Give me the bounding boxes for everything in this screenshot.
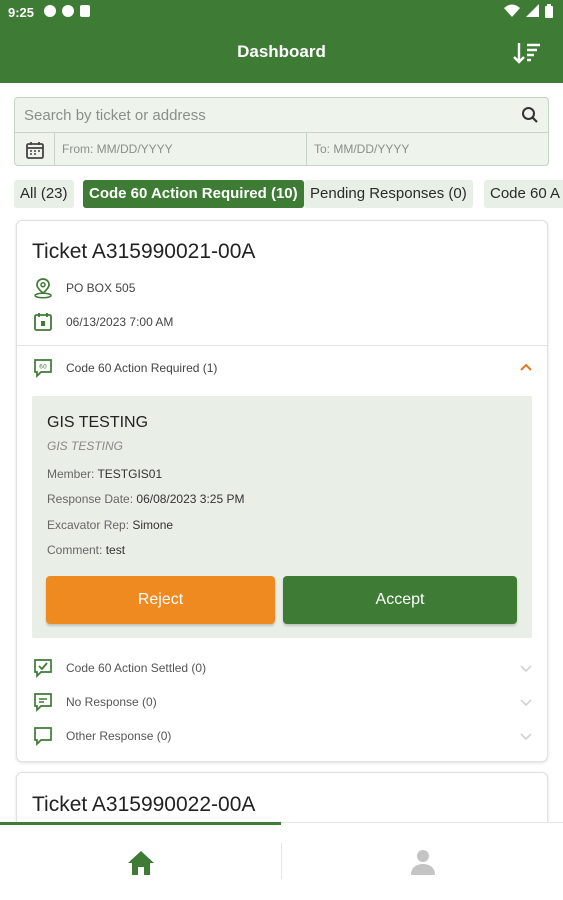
section-label: Other Response (0) (66, 729, 172, 743)
bottom-navigation (0, 822, 563, 900)
response-date-value: 06/08/2023 3:25 PM (136, 492, 245, 506)
search-row: Search by ticket or address (15, 98, 548, 133)
notification-icon (44, 5, 56, 17)
home-icon[interactable] (126, 849, 156, 877)
rep-value: Simone (132, 518, 174, 532)
code60-chat-icon: 60 (34, 359, 52, 379)
search-icon[interactable] (521, 106, 539, 124)
sort-icon[interactable] (513, 40, 541, 66)
section-label: No Response (0) (66, 695, 157, 709)
signal-icon (526, 4, 539, 17)
battery-icon (545, 4, 553, 18)
member-value: TESTGIS01 (97, 467, 163, 481)
active-tab-indicator (0, 822, 281, 825)
ticket-title: Ticket A315990021-00A (32, 240, 256, 263)
chevron-down-icon[interactable] (518, 728, 534, 744)
response-date-label: Response Date: (47, 492, 137, 506)
date-row: 06/13/2023 7:00 AM (32, 311, 173, 333)
accept-button[interactable]: Accept (283, 576, 517, 624)
divider (306, 133, 307, 166)
status-time: 9:25 (8, 5, 35, 20)
divider (54, 133, 55, 166)
ticket-title: Ticket A315990022-00A (32, 793, 256, 816)
filter-chip-all[interactable]: All (23) (14, 180, 74, 208)
notification-icons (44, 5, 90, 17)
status-bar: 9:25 (0, 0, 563, 26)
filter-chip-code60-more[interactable]: Code 60 A (484, 180, 563, 208)
calendar-icon (34, 313, 52, 331)
sd-card-icon (80, 5, 90, 17)
rep-label: Excavator Rep: (47, 518, 133, 532)
chevron-up-icon[interactable] (518, 360, 534, 376)
member-label: Member: (47, 467, 98, 481)
page-title: Dashboard (237, 42, 326, 61)
ticket-card[interactable]: Ticket A315990021-00A PO BOX 505 06/13/2… (16, 220, 548, 762)
search-panel: Search by ticket or address From: MM/DD/… (14, 97, 549, 166)
notification-icon (62, 5, 74, 17)
ticket-date: 06/13/2023 7:00 AM (66, 315, 174, 329)
comment-label: Comment: (47, 543, 106, 557)
section-header-code60-action-settled[interactable]: Code 60 Action Settled (0) (32, 657, 534, 679)
wifi-icon (504, 4, 520, 17)
section-label: Code 60 Action Required (1) (66, 361, 218, 375)
section-header-no-response[interactable]: No Response (0) (32, 691, 534, 713)
location-pin-icon (34, 278, 52, 299)
comment-value: test (105, 543, 126, 557)
response-date-line: Response Date: 06/08/2023 3:25 PM (47, 492, 244, 506)
search-input[interactable]: Search by ticket or address (24, 107, 206, 124)
member-line: Member: TESTGIS01 (47, 467, 162, 481)
chat-check-icon (34, 659, 52, 679)
response-title: GIS TESTING (47, 414, 149, 431)
reject-button[interactable]: Reject (46, 576, 275, 624)
response-panel: GIS TESTING GIS TESTING Member: TESTGIS0… (32, 396, 532, 638)
address-row: PO BOX 505 (32, 277, 135, 299)
ticket-address: PO BOX 505 (66, 281, 136, 295)
date-range-row: From: MM/DD/YYYY To: MM/DD/YYYY (15, 133, 548, 166)
chat-lines-icon (34, 693, 52, 713)
filter-tabs: All (23) Code 60 Action Required (10) Pe… (14, 180, 563, 208)
to-date-field[interactable]: To: MM/DD/YYYY (314, 142, 409, 156)
divider (281, 843, 282, 879)
response-subtitle: GIS TESTING (47, 439, 124, 453)
svg-text:60: 60 (39, 364, 47, 371)
comment-line: Comment: test (47, 543, 125, 557)
excavator-rep-line: Excavator Rep: Simone (47, 518, 173, 532)
chat-icon (34, 727, 52, 747)
divider (17, 345, 547, 346)
from-date-field[interactable]: From: MM/DD/YYYY (62, 142, 173, 156)
filter-chip-pending-responses[interactable]: Pending Responses (0) (304, 180, 473, 208)
profile-icon[interactable] (408, 847, 438, 877)
chevron-down-icon[interactable] (518, 694, 534, 710)
filter-chip-code60-action-required[interactable]: Code 60 Action Required (10) (83, 180, 304, 208)
system-icons (504, 4, 553, 18)
chevron-down-icon[interactable] (518, 660, 534, 676)
section-header-code60-action-required[interactable]: 60 Code 60 Action Required (1) (32, 357, 534, 379)
section-label: Code 60 Action Settled (0) (66, 661, 207, 675)
calendar-icon[interactable] (25, 140, 45, 160)
app-bar: 9:25 Dashboard (0, 0, 563, 83)
section-header-other-response[interactable]: Other Response (0) (32, 725, 534, 747)
